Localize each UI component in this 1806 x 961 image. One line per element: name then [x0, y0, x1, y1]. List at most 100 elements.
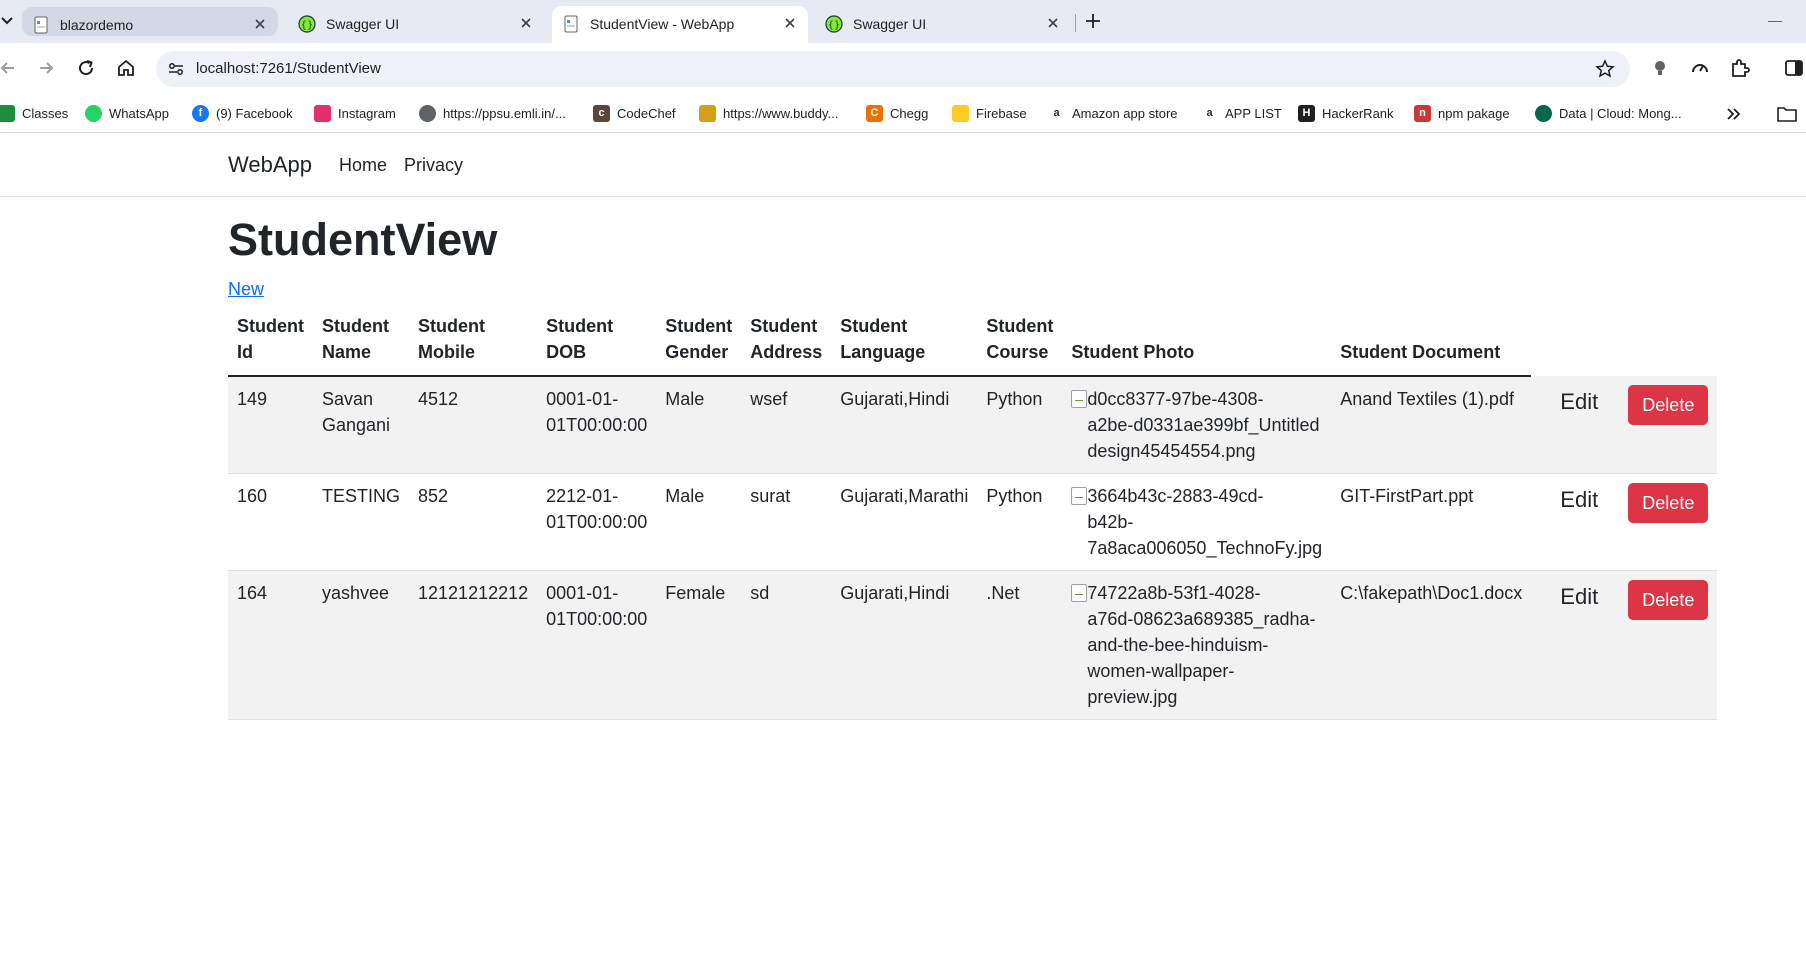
tab-title: blazordemo — [60, 17, 134, 33]
tab-studentview[interactable]: StudentView - WebApp — [552, 6, 808, 43]
edit-button[interactable]: Edit — [1560, 487, 1598, 513]
firebase-icon — [952, 105, 969, 122]
url-text[interactable]: localhost:7261/StudentView — [196, 60, 381, 77]
cell-mobile: 12121212212 — [409, 570, 538, 720]
cell-edit: Edit — [1531, 376, 1620, 474]
amazon-icon: a — [1201, 105, 1218, 122]
table-row: 149 Savan Gangani 4512 0001-01- 01T00:00:0… — [228, 376, 1718, 474]
hackerrank-icon: H — [1298, 105, 1315, 122]
edit-button[interactable]: Edit — [1560, 584, 1598, 610]
nav-link-privacy[interactable]: Privacy — [404, 155, 463, 176]
folder-icon[interactable] — [1776, 104, 1798, 124]
cell-name: TESTING — [313, 473, 410, 571]
lens-icon[interactable] — [1648, 56, 1672, 80]
browser-toolbar: localhost:7261/StudentView — [0, 43, 1806, 95]
cell-language: Gujarati,Hindi — [831, 570, 978, 720]
header-student-document: Student Document — [1331, 307, 1532, 377]
side-panel-icon[interactable] — [1782, 56, 1806, 80]
graduation-cap-icon — [699, 105, 716, 122]
header-student-gender: Student Gender — [656, 307, 742, 377]
bookmark-label: WhatsApp — [109, 106, 169, 121]
close-icon[interactable] — [1045, 15, 1061, 31]
nav-link-home[interactable]: Home — [339, 155, 387, 176]
cell-course: .Net — [977, 570, 1063, 720]
new-tab-icon[interactable] — [1083, 11, 1103, 31]
svg-text:{}: {} — [828, 20, 841, 31]
cell-dob: 0001-01- 01T00:00:00 — [537, 570, 657, 720]
reload-icon[interactable] — [74, 56, 98, 80]
site-info-icon[interactable] — [166, 59, 186, 79]
facebook-icon: f — [192, 105, 209, 122]
back-icon[interactable] — [0, 56, 20, 80]
tab-title: Swagger UI — [853, 16, 927, 32]
header-delete — [1619, 307, 1717, 376]
bookmark-label: Instagram — [338, 106, 396, 121]
svg-text:{}: {} — [301, 20, 314, 31]
close-icon[interactable] — [782, 15, 798, 31]
bookmark-label: APP LIST — [1225, 106, 1282, 121]
bookmark-label: npm pakage — [1438, 106, 1510, 121]
home-icon[interactable] — [114, 56, 138, 80]
chegg-icon: C — [866, 105, 883, 122]
page-title: StudentView — [228, 214, 498, 265]
performance-icon[interactable] — [1688, 56, 1712, 80]
bookmark-label: (9) Facebook — [216, 106, 293, 121]
cell-language: Gujarati,Hindi — [831, 376, 978, 474]
bookmark-label: Chegg — [890, 106, 929, 121]
cell-name: Savan Gangani — [313, 376, 410, 474]
cell-dob: 2212-01- 01T00:00:00 — [537, 473, 657, 571]
cell-gender: Male — [656, 473, 742, 571]
cell-photo: 3664b43c-2883-49cd-b42b- 7a8aca006050_Tec… — [1062, 473, 1332, 571]
bookmark-star-icon[interactable] — [1594, 58, 1616, 80]
cell-mobile: 852 — [409, 473, 538, 571]
page-icon — [32, 16, 50, 34]
cell-dob: 0001-01- 01T00:00:00 — [537, 376, 657, 474]
delete-button[interactable]: Delete — [1628, 580, 1709, 620]
cell-photo: 74722a8b-53f1-4028- a76d-08623a689385_rad… — [1062, 570, 1332, 720]
amazon-icon: a — [1048, 105, 1065, 122]
address-bar[interactable]: localhost:7261/StudentView — [156, 51, 1630, 87]
new-student-link[interactable]: New — [228, 279, 264, 300]
tab-blazordemo[interactable]: blazordemo — [22, 7, 278, 36]
classroom-icon — [0, 105, 15, 122]
bookmark-label: Firebase — [976, 106, 1027, 121]
swagger-icon: {} — [825, 15, 843, 33]
broken-image-icon — [1071, 487, 1088, 505]
edit-button[interactable]: Edit — [1560, 389, 1598, 415]
forward-icon[interactable] — [34, 56, 58, 80]
tab-swagger-ui[interactable]: {} Swagger UI — [288, 6, 544, 43]
bookmark-label: HackerRank — [1322, 106, 1394, 121]
tab-title: StudentView - WebApp — [590, 16, 735, 32]
tab-strip: blazordemo {} Swagger UI StudentView - W… — [0, 0, 1806, 43]
broken-image-icon — [1071, 390, 1088, 408]
minimize-icon[interactable] — [1768, 21, 1782, 22]
cell-document: Anand Textiles (1).pdf — [1331, 376, 1532, 474]
extensions-icon[interactable] — [1728, 56, 1752, 80]
tab-search-icon[interactable] — [0, 11, 14, 31]
close-icon[interactable] — [518, 15, 534, 31]
instagram-icon — [314, 105, 331, 122]
tab-swagger-ui-2[interactable]: {} Swagger UI — [815, 6, 1071, 43]
cell-document: GIT-FirstPart.ppt — [1331, 473, 1532, 571]
codechef-icon: c — [593, 105, 610, 122]
cell-language: Gujarati,Marathi — [831, 473, 978, 571]
chevron-double-right-icon[interactable] — [1723, 104, 1743, 124]
bookmark-label: Amazon app store — [1072, 106, 1178, 121]
cell-delete: Delete — [1619, 570, 1718, 720]
cell-delete: Delete — [1619, 473, 1718, 571]
header-student-language: Student Language — [831, 307, 978, 377]
bookmark-label: Data | Cloud: Mong... — [1559, 106, 1682, 121]
delete-button[interactable]: Delete — [1628, 483, 1709, 523]
cell-course: Python — [977, 473, 1063, 571]
swagger-icon: {} — [298, 15, 316, 33]
delete-button[interactable]: Delete — [1628, 385, 1709, 425]
cell-edit: Edit — [1531, 473, 1620, 571]
tab-separator — [1075, 14, 1076, 32]
brand-link[interactable]: WebApp — [228, 152, 312, 178]
cell-gender: Male — [656, 376, 742, 474]
image-alt-text: d0cc8377-97be-4308- a2be-d0331ae399bf_Unt… — [1087, 389, 1320, 461]
bookmark-label: CodeChef — [617, 106, 676, 121]
broken-image-icon — [1071, 584, 1088, 602]
close-icon[interactable] — [252, 16, 268, 32]
cell-edit: Edit — [1531, 570, 1620, 720]
